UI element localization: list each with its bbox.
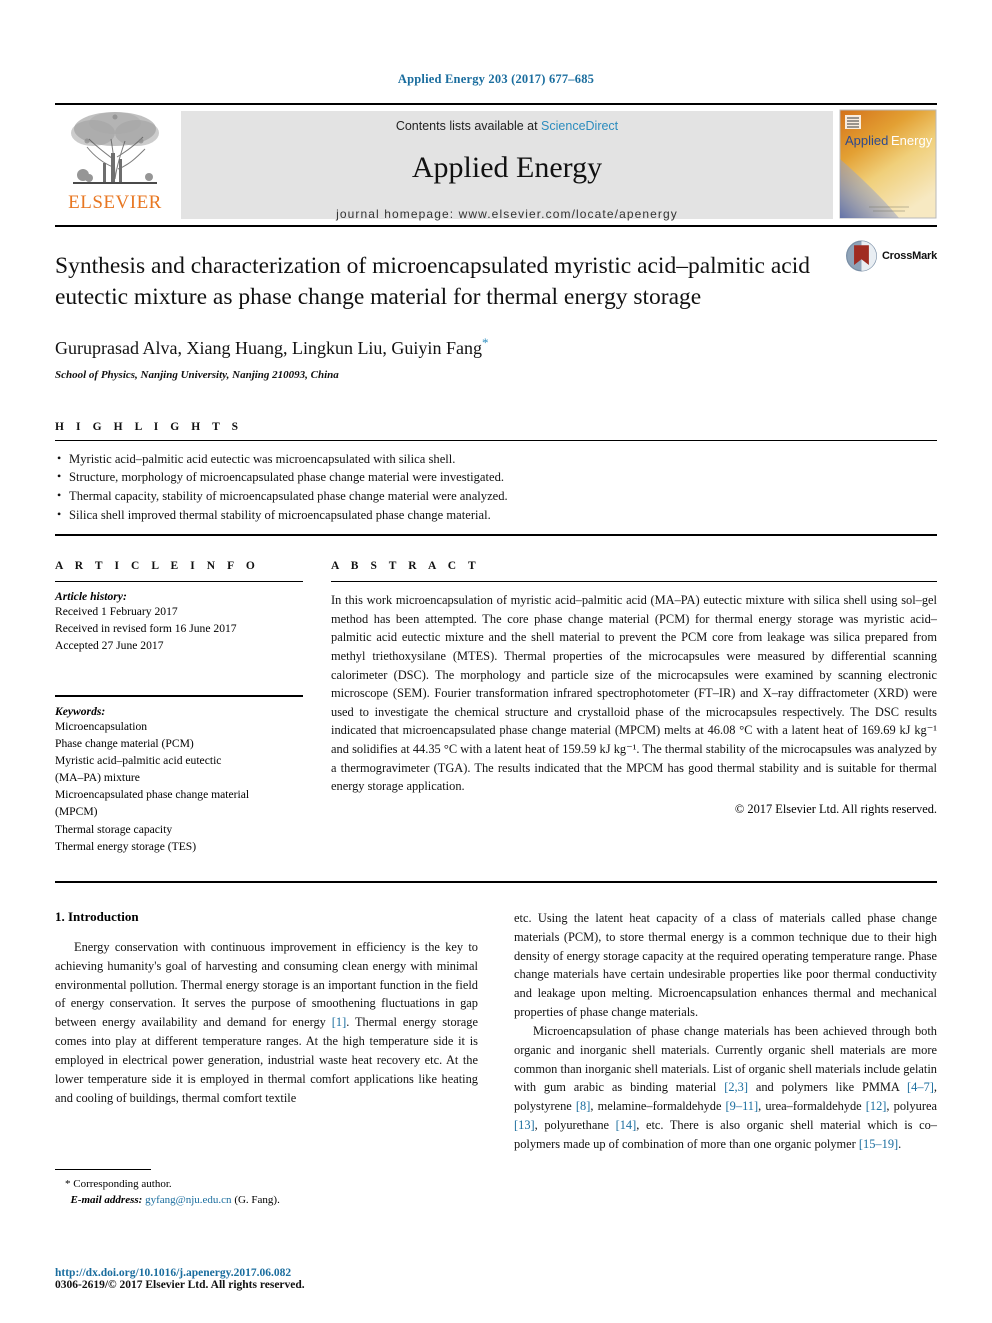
journal-cover-thumbnail[interactable]: Applied Energy (839, 109, 937, 219)
abstract-heading: A B S T R A C T (331, 560, 481, 573)
email-address-label: E-mail address: (70, 1194, 143, 1207)
micro-text-f: , polyurea (886, 1099, 937, 1114)
crossmark-icon (846, 240, 877, 272)
article-history-received: Received 1 February 2017 (55, 605, 178, 619)
citation-ref-12[interactable]: [12] (866, 1099, 887, 1113)
keyword-item: Microencapsulated phase change material (55, 788, 250, 802)
intro-paragraph-right-1: etc. Using the latent heat capacity of a… (514, 910, 937, 1020)
journal-masthead: ELSEVIER Contents lists available at Sci… (55, 103, 937, 225)
keyword-item: Microencapsulation (55, 719, 148, 733)
keywords-block: Keywords: Microencapsulation Phase chang… (55, 705, 303, 855)
list-item: Structure, morphology of microencapsulat… (55, 467, 937, 487)
section-title-introduction: 1. Introduction (55, 908, 139, 924)
keyword-item: Myristic acid–palmitic acid eutectic (55, 753, 222, 767)
citation-ref-14[interactable]: [14] (616, 1118, 637, 1132)
elsevier-logo: ELSEVIER (55, 105, 175, 225)
elsevier-tree-icon (63, 107, 167, 195)
footnote-email-line: E-mail address: gyfang@nju.edu.cn (G. Fa… (55, 1192, 478, 1209)
issn-copyright-line: 0306-2619/© 2017 Elsevier Ltd. All right… (55, 1279, 305, 1291)
abstract-copyright: © 2017 Elsevier Ltd. All rights reserved… (734, 801, 937, 816)
keywords-label: Keywords: (55, 704, 106, 718)
corresponding-author-marker[interactable]: * (482, 335, 489, 350)
keyword-item: Thermal storage capacity (55, 822, 173, 836)
list-item: Thermal capacity, stability of microenca… (55, 486, 937, 506)
body-top-rule (55, 880, 937, 883)
abstract-text: In this work microencapsulation of myris… (331, 593, 937, 794)
citation-ref-8[interactable]: [8] (576, 1099, 590, 1113)
highlights-section: H I G H L I G H T S Myristic acid–palmit… (55, 421, 937, 537)
footnote-corresponding-text: Corresponding author. (73, 1177, 172, 1190)
crossmark-label: CrossMark (881, 250, 937, 262)
affiliation: School of Physics, Nanjing University, N… (55, 368, 339, 381)
article-info-column: A R T I C L E I N F O Article history: R… (55, 560, 303, 855)
author-list: Guruprasad Alva, Xiang Huang, Lingkun Li… (55, 335, 827, 359)
author-names: Guruprasad Alva, Xiang Huang, Lingkun Li… (55, 337, 482, 358)
abstract-rule (331, 581, 937, 583)
elsevier-wordmark: ELSEVIER (68, 192, 162, 213)
micro-text-d: , melamine–formaldehyde (590, 1099, 726, 1114)
article-history-block: Article history: Received 1 February 201… (55, 590, 303, 694)
intro-paragraph-right-2: Microencapsulation of phase change mater… (514, 1022, 937, 1154)
body-columns: 1. Introduction Energy conservation with… (55, 909, 937, 1209)
micro-text-g: , polyurethane (534, 1118, 616, 1133)
citation-ref-2-3[interactable]: [2,3] (724, 1080, 748, 1094)
footnote-rule (55, 1168, 151, 1170)
journal-homepage-link[interactable]: journal homepage: www.elsevier.com/locat… (336, 207, 678, 221)
citation-ref-15-19[interactable]: [15–19] (859, 1137, 898, 1151)
citation-ref-1[interactable]: [1] (332, 1015, 346, 1029)
micro-text-i: . (898, 1136, 902, 1151)
email-owner: (G. Fang). (234, 1194, 280, 1207)
keyword-item: Phase change material (PCM) (55, 736, 194, 750)
abstract-column: A B S T R A C T In this work microencaps… (331, 560, 937, 855)
citation-ref-9-11[interactable]: [9–11] (726, 1099, 759, 1113)
micro-text-e: , urea–formaldehyde (758, 1099, 866, 1114)
keywords-rule (55, 694, 303, 697)
page-footer: http://dx.doi.org/10.1016/j.apenergy.201… (55, 1267, 305, 1291)
highlights-heading: H I G H L I G H T S (55, 420, 243, 433)
article-info-rule (55, 581, 303, 583)
svg-text:Applied: Applied (845, 133, 888, 148)
article-history-label: Article history: (55, 590, 127, 604)
sciencedirect-link[interactable]: ScienceDirect (541, 119, 618, 133)
article-history-revised: Received in revised form 16 June 2017 (55, 622, 237, 636)
keyword-item: Thermal energy storage (TES) (55, 839, 197, 853)
list-item: Silica shell improved thermal stability … (55, 505, 937, 525)
crossmark-badge[interactable]: CrossMark (845, 233, 937, 279)
footnote-marker: * (65, 1177, 71, 1190)
doi-link[interactable]: http://dx.doi.org/10.1016/j.apenergy.201… (55, 1267, 305, 1279)
svg-text:Energy: Energy (891, 133, 933, 148)
journal-band: Contents lists available at ScienceDirec… (181, 111, 833, 221)
list-item: Myristic acid–palmitic acid eutectic was… (55, 449, 937, 469)
citation-ref-13[interactable]: [13] (514, 1118, 535, 1132)
highlights-list: Myristic acid–palmitic acid eutectic was… (55, 441, 937, 535)
page-title: Synthesis and characterization of microe… (55, 253, 810, 310)
article-history-accepted: Accepted 27 June 2017 (55, 639, 164, 653)
corresponding-author-footnote: * Corresponding author. E-mail address: … (55, 1168, 478, 1209)
micro-text-b: and polymers like PMMA (747, 1080, 908, 1095)
footnote-corresponding-line: * Corresponding author. (55, 1176, 478, 1193)
article-first-page: Applied Energy 203 (2017) 677–685 ELSEVI… (0, 0, 992, 1323)
keyword-item: (MPCM) (55, 805, 98, 819)
intro-paragraph-left: Energy conservation with continuous impr… (55, 938, 478, 1108)
article-info-heading: A R T I C L E I N F O (55, 560, 260, 573)
contents-available-line: Contents lists available at ScienceDirec… (396, 119, 618, 133)
citation-ref-4-7[interactable]: [4–7] (907, 1080, 934, 1094)
body-column-left: 1. Introduction Energy conservation with… (55, 909, 478, 1209)
keyword-item: (MA–PA) mixture (55, 771, 140, 785)
contents-prefix: Contents lists available at (395, 119, 542, 133)
info-abstract-row: A R T I C L E I N F O Article history: R… (55, 560, 937, 855)
email-link[interactable]: gyfang@nju.edu.cn (145, 1194, 232, 1206)
journal-title: Applied Energy (411, 151, 603, 184)
highlights-bottom-rule (55, 534, 937, 537)
title-block: Synthesis and characterization of microe… (55, 227, 937, 381)
running-head: Applied Energy 203 (2017) 677–685 (397, 72, 595, 86)
body-column-right: etc. Using the latent heat capacity of a… (514, 909, 937, 1209)
